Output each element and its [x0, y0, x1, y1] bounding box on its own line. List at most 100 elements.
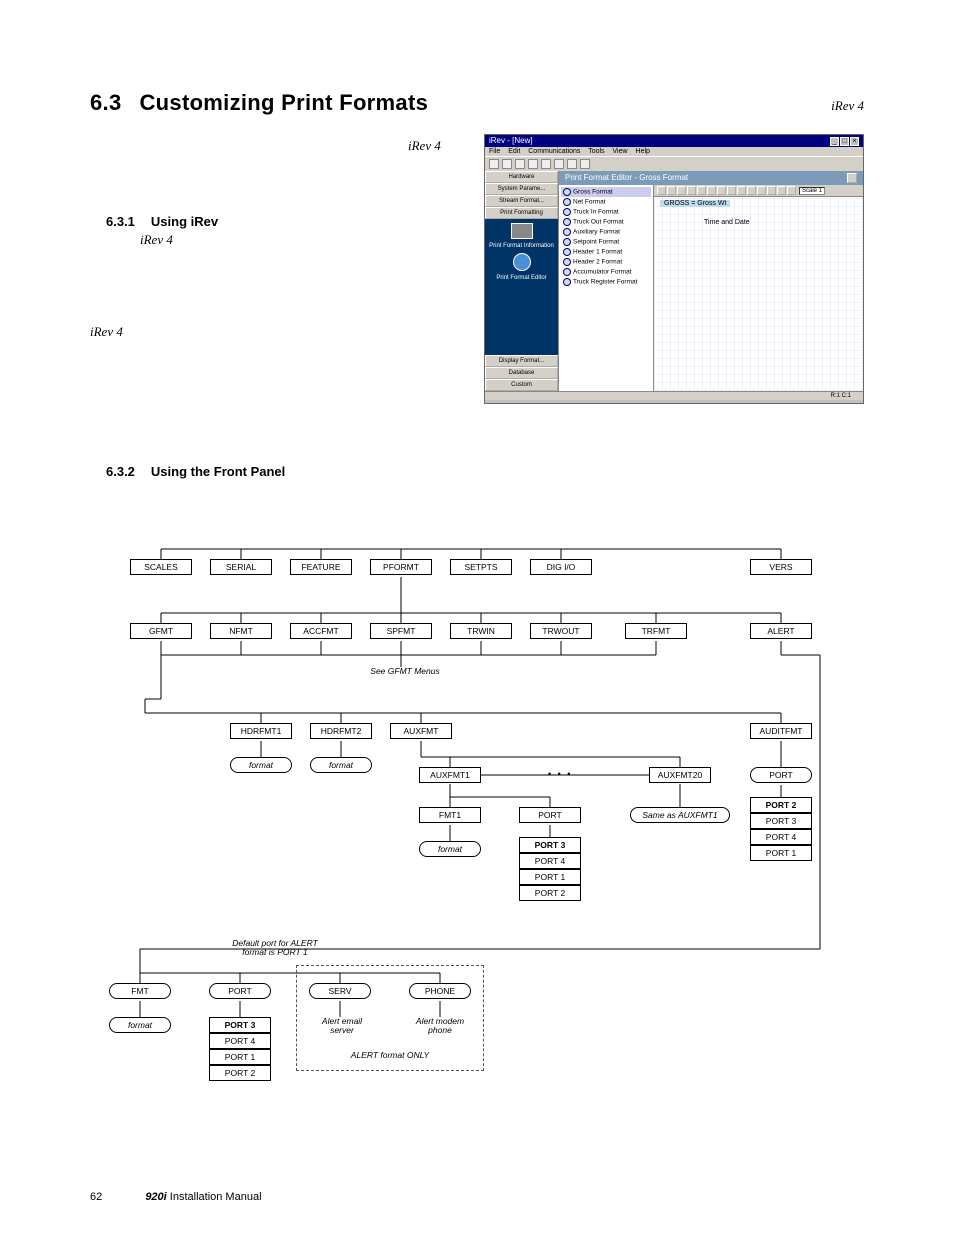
maximize-icon[interactable]: □	[840, 137, 849, 146]
nav-tab-print-formatting[interactable]: Print Formatting	[485, 207, 558, 219]
port-4: PORT 4	[209, 1033, 271, 1049]
close-icon[interactable]: ×	[850, 137, 859, 146]
ct-icon[interactable]	[757, 186, 766, 195]
ct-icon[interactable]	[697, 186, 706, 195]
format-item-truckin[interactable]: Truck In Format	[561, 207, 651, 217]
menu-gfmt: GFMT	[130, 623, 192, 639]
menu-auditfmt: AUDITFMT	[750, 723, 812, 739]
menu-help[interactable]: Help	[636, 148, 650, 155]
ct-icon[interactable]	[677, 186, 686, 195]
nav-tab-system[interactable]: System Parame...	[485, 183, 558, 195]
canvas-field-gross[interactable]: GROSS = Gross Wt	[660, 200, 730, 207]
menu-trwout: TRWOUT	[530, 623, 592, 639]
format-item-aux[interactable]: Auxiliary Format	[561, 227, 651, 237]
toolbar-icon[interactable]	[489, 159, 499, 169]
toolbar-icon[interactable]	[515, 159, 525, 169]
subsection-title-2: Using the Front Panel	[151, 464, 285, 479]
toolbar-icon[interactable]	[567, 159, 577, 169]
footer-manual: Installation Manual	[167, 1191, 262, 1203]
menu-nfmt: NFMT	[210, 623, 272, 639]
note-default-port: Default port for ALERT format is PORT 1	[215, 939, 335, 958]
nav-item-print-format-info[interactable]: Print Format Information	[489, 243, 554, 249]
format-item-setpoint[interactable]: Setpoint Format	[561, 237, 651, 247]
toolbar-icon[interactable]	[502, 159, 512, 169]
menu-tools[interactable]: Tools	[588, 148, 604, 155]
menu-hdrfmt2: HDRFMT2	[310, 723, 372, 739]
menu-communications[interactable]: Communications	[528, 148, 580, 155]
format-item-truckout[interactable]: Truck Out Format	[561, 217, 651, 227]
port-3: PORT 3	[750, 813, 812, 829]
node-format: format	[230, 757, 292, 773]
format-item-accum[interactable]: Accumulator Format	[561, 267, 651, 277]
ct-icon[interactable]	[667, 186, 676, 195]
format-item-truckreg[interactable]: Truck Register Format	[561, 277, 651, 287]
format-list: Gross Format Net Format Truck In Format …	[559, 185, 654, 391]
section-number: 6.3	[90, 90, 121, 115]
menu-diagram: SCALES SERIAL FEATURE PFORMT SETPTS DIG …	[130, 519, 830, 1079]
format-item-hdr2[interactable]: Header 2 Format	[561, 257, 651, 267]
ct-icon[interactable]	[737, 186, 746, 195]
print-format-info-icon[interactable]	[511, 223, 533, 239]
ct-icon[interactable]	[717, 186, 726, 195]
window-control-buttons[interactable]: _□×	[829, 136, 859, 146]
menu-view[interactable]: View	[613, 148, 628, 155]
nav-tab-display[interactable]: Display Format...	[485, 355, 558, 367]
scale-select[interactable]: Scale 1	[799, 187, 825, 195]
menu-alert: ALERT	[750, 623, 812, 639]
menu-edit[interactable]: Edit	[508, 148, 520, 155]
port-2: PORT 2	[209, 1065, 271, 1081]
port-3: PORT 3	[519, 837, 581, 853]
canvas-field-timedate[interactable]: Time and Date	[704, 219, 750, 226]
subsection-heading-2: 6.3.2 Using the Front Panel	[106, 464, 864, 479]
menu-pformt: PFORMT	[370, 559, 432, 575]
menu-fmt: FMT	[109, 983, 171, 999]
toolbar-icon[interactable]	[528, 159, 538, 169]
panel-header: Print Format Editor - Gross Format	[559, 171, 863, 185]
port-1: PORT 1	[750, 845, 812, 861]
ct-icon[interactable]	[727, 186, 736, 195]
port-4: PORT 4	[750, 829, 812, 845]
menu-file[interactable]: File	[489, 148, 500, 155]
ct-icon[interactable]	[747, 186, 756, 195]
nav-tab-custom[interactable]: Custom	[485, 379, 558, 391]
nav-tab-stream[interactable]: Stream Format...	[485, 195, 558, 207]
menu-setpts: SETPTS	[450, 559, 512, 575]
port-4: PORT 4	[519, 853, 581, 869]
toolbar-icon[interactable]	[554, 159, 564, 169]
nav-item-print-format-editor[interactable]: Print Format Editor	[496, 275, 546, 281]
irev-note-under: iRev 4	[140, 232, 173, 248]
format-item-gross[interactable]: Gross Format	[561, 187, 651, 197]
window-title: iRev - [New]	[489, 136, 533, 146]
format-item-hdr1[interactable]: Header 1 Format	[561, 247, 651, 257]
refresh-icon[interactable]	[847, 173, 857, 183]
editor-canvas[interactable]: Scale 1 GROSS = Gross Wt Time and Date	[654, 185, 863, 391]
toolbar[interactable]	[485, 156, 863, 171]
toolbar-icon[interactable]	[541, 159, 551, 169]
format-item-net[interactable]: Net Format	[561, 197, 651, 207]
ct-icon[interactable]	[687, 186, 696, 195]
section-heading: 6.3Customizing Print Formats	[90, 90, 428, 116]
page-number: 62	[90, 1191, 102, 1203]
canvas-toolbar[interactable]: Scale 1	[654, 185, 863, 197]
menu-accfmt: ACCFMT	[290, 623, 352, 639]
ct-icon[interactable]	[787, 186, 796, 195]
menu-bar[interactable]: File Edit Communications Tools View Help	[485, 147, 863, 156]
menu-scales: SCALES	[130, 559, 192, 575]
ct-icon[interactable]	[777, 186, 786, 195]
minimize-icon[interactable]: _	[830, 137, 839, 146]
menu-auxfmt1: AUXFMT1	[419, 767, 481, 783]
toolbar-icon[interactable]	[580, 159, 590, 169]
subsection-number-1: 6.3.1	[106, 214, 135, 229]
irev-note-left: iRev 4	[90, 324, 123, 340]
subsection-number-2: 6.3.2	[106, 464, 135, 479]
ct-icon[interactable]	[707, 186, 716, 195]
print-format-editor-icon[interactable]	[513, 253, 531, 271]
node-format: format	[109, 1017, 171, 1033]
nav-tab-database[interactable]: Database	[485, 367, 558, 379]
ct-icon[interactable]	[657, 186, 666, 195]
status-bar: R:1 C:1	[485, 391, 863, 400]
nav-tab-hardware[interactable]: Hardware	[485, 171, 558, 183]
menu-trfmt: TRFMT	[625, 623, 687, 639]
app-window: iRev - [New] _□× File Edit Communication…	[484, 134, 864, 404]
ct-icon[interactable]	[767, 186, 776, 195]
